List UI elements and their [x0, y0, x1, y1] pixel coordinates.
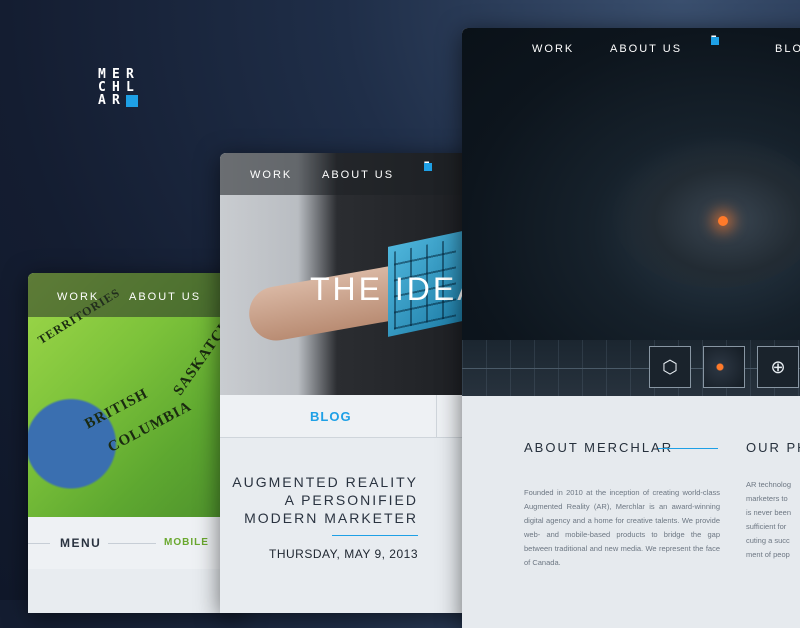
- desktop-mockup: ⬡ ⊕ WORK ABOUT US M E R C H L A R BLOG A…: [462, 28, 800, 628]
- logo-letter: A: [98, 93, 106, 108]
- logo-square-icon: [424, 163, 432, 171]
- nav-blog[interactable]: BLOG: [775, 43, 800, 55]
- mobile-mockup: TERRITORIES SASKATCHEWAN BRITISH COLUMBI…: [28, 273, 243, 613]
- divider: [436, 395, 437, 437]
- hexagon-logo-icon[interactable]: ⬡: [649, 346, 691, 388]
- nav-work[interactable]: WORK: [250, 169, 292, 181]
- map-hero-image: TERRITORIES SASKATCHEWAN BRITISH COLUMBI…: [28, 273, 243, 517]
- divider: [658, 448, 718, 449]
- divider: [28, 543, 50, 544]
- our-heading: OUR PH: [746, 440, 800, 455]
- nav-work[interactable]: WORK: [57, 291, 99, 303]
- article-title-line: AUGMENTED REALITY: [232, 474, 418, 490]
- article-title-line: MODERN MARKETER: [244, 510, 418, 526]
- logo-square-icon: [711, 37, 719, 45]
- creature-hero-image: ⬡ ⊕: [462, 28, 800, 396]
- article-title[interactable]: AUGMENTED REALITY A PERSONIFIED MODERN M…: [232, 473, 418, 527]
- target-icon[interactable]: ⊕: [757, 346, 799, 388]
- mobile-menu-bar: MENU MOBILE: [28, 517, 243, 569]
- divider: [108, 543, 156, 544]
- nav-work[interactable]: WORK: [532, 43, 574, 55]
- nav-about-us[interactable]: ABOUT US: [610, 43, 682, 55]
- tablet-tab-row: BLOG: [220, 395, 480, 438]
- article-date: THURSDAY, MAY 9, 2013: [268, 547, 418, 561]
- divider: [462, 368, 800, 369]
- tablet-mockup: THE IDEA WORK ABOUT US M E R C H L A R B…: [220, 153, 480, 613]
- article-title-line: A PERSONIFIED: [284, 492, 418, 508]
- nav-about-us[interactable]: ABOUT US: [322, 169, 394, 181]
- tab-mobile[interactable]: MOBILE: [164, 537, 209, 548]
- about-heading: ABOUT MERCHLAR: [524, 440, 674, 455]
- divider: [332, 535, 418, 536]
- nav-about-us[interactable]: ABOUT US: [129, 291, 201, 303]
- hero-title: THE IDEA: [310, 271, 480, 307]
- logo-letter: R: [112, 93, 120, 108]
- menu-button[interactable]: MENU: [60, 536, 101, 550]
- about-paragraph: Founded in 2010 at the inception of crea…: [524, 487, 720, 567]
- logo-square-icon: [126, 95, 138, 107]
- idea-hero-image: THE IDEA: [220, 153, 480, 395]
- our-paragraph: AR technolog marketers to is never been …: [746, 480, 792, 559]
- tab-blog[interactable]: BLOG: [310, 409, 352, 424]
- creature-image: [612, 138, 800, 288]
- creature-thumbnail[interactable]: [703, 346, 745, 388]
- merchlar-logo[interactable]: M E R C H L A R: [98, 68, 140, 107]
- glowing-eye: [718, 216, 728, 226]
- logo-letter: L: [126, 80, 134, 95]
